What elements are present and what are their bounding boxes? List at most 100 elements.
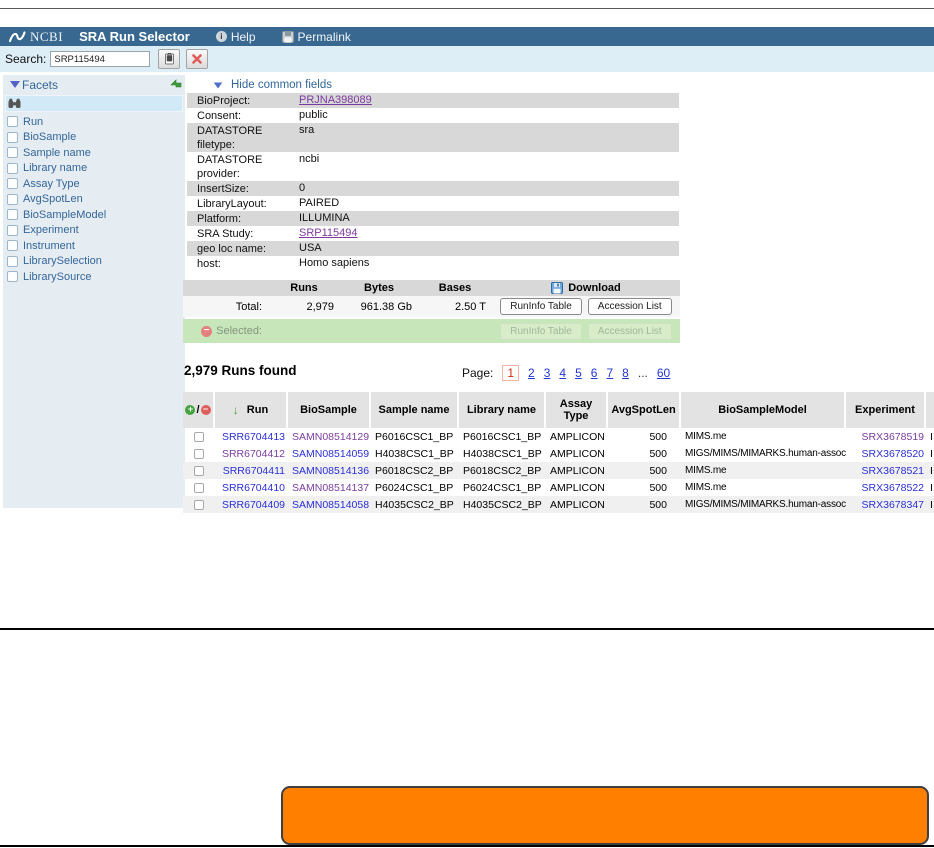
biosample-link[interactable]: SAMN08514058 (292, 499, 369, 511)
clear-search-button[interactable] (186, 49, 209, 69)
facets-sidebar: Facets Run BioSample Sample name Library na… (3, 75, 185, 508)
facet-item-label: Library name (23, 162, 88, 175)
experiment-link[interactable]: SRX3678519 (862, 431, 924, 443)
biosample-link[interactable]: SAMN08514137 (292, 482, 369, 494)
facet-checkbox-avgspotlen[interactable] (7, 193, 18, 205)
experiment-link[interactable]: SRX3678347 (862, 499, 924, 511)
facet-item-avgspotlen[interactable]: AvgSpotLen (3, 192, 185, 208)
facet-checkbox-sample-name[interactable] (7, 147, 18, 159)
total-label: Total: (235, 300, 262, 313)
permalink-link[interactable]: Permalink (281, 30, 351, 44)
runinfo-table-button[interactable]: RunInfo Table (500, 298, 582, 315)
facet-search-input[interactable] (5, 95, 183, 112)
run-link[interactable]: SRR6704409 (222, 499, 285, 511)
page-link-7[interactable]: 7 (606, 366, 613, 380)
facet-checkbox-biosamplemodel[interactable] (7, 209, 18, 221)
search-input[interactable] (50, 51, 151, 67)
facet-collapse-button[interactable] (169, 76, 182, 94)
page-link-3[interactable]: 3 (544, 366, 551, 380)
header-biosample-model[interactable]: BioSampleModel (681, 392, 846, 428)
header-run[interactable]: ↓ Run (215, 392, 288, 428)
header-biosample[interactable]: BioSample (288, 392, 371, 428)
experiment-link[interactable]: SRX3678521 (862, 465, 924, 477)
selected-remove-icon[interactable]: − (201, 325, 213, 337)
facet-item-library-name[interactable]: Library name (3, 161, 185, 177)
facet-checkbox-instrument[interactable] (7, 240, 18, 252)
facet-item-instrument[interactable]: Instrument (3, 238, 185, 254)
lock-search-button[interactable] (158, 49, 181, 69)
row-checkbox[interactable] (194, 431, 204, 442)
cell-assay-type: AMPLICON (550, 498, 605, 511)
facet-checkbox-assay-type[interactable] (7, 178, 18, 190)
run-link[interactable]: SRR6704410 (222, 482, 285, 494)
page-link-6[interactable]: 6 (591, 366, 598, 380)
ncbi-logo[interactable]: NCBI (7, 29, 63, 45)
top-navbar: NCBI SRA Run Selector i Help Permalink (0, 27, 934, 46)
facet-item-sample-name[interactable]: Sample name (3, 145, 185, 161)
header-library-name[interactable]: Library name (459, 392, 546, 428)
results-table-row: SRR6704410 SAMN08514137 P6024CSC1_BP P6024C… (183, 479, 934, 496)
page-link-8[interactable]: 8 (622, 366, 629, 380)
pagination: Page: 1 2345678 ... 60 (462, 365, 670, 381)
row-checkbox[interactable] (194, 465, 204, 476)
header-avg-spot-len[interactable]: AvgSpotLen (608, 392, 681, 428)
facet-checkbox-biosample[interactable] (7, 131, 18, 143)
help-link[interactable]: i Help (215, 30, 256, 44)
experiment-link[interactable]: SRX3678522 (862, 482, 924, 494)
bottom-border-line (0, 845, 934, 847)
cell-clipped: I (930, 430, 933, 443)
facet-item-assay-type[interactable]: Assay Type (3, 176, 185, 192)
run-link[interactable]: SRR6704412 (222, 448, 285, 460)
run-link[interactable]: SRR6704411 (223, 465, 285, 477)
common-field-row-datastore-filetype: DATASTORE filetype: sra (187, 123, 679, 152)
facet-item-libraryselection[interactable]: LibrarySelection (3, 254, 185, 270)
header-experiment[interactable]: Experiment (846, 392, 926, 428)
facet-checkbox-libraryselection[interactable] (7, 255, 18, 267)
remove-icon[interactable]: − (200, 405, 211, 415)
header-assay-type[interactable]: Assay Type (546, 392, 608, 428)
add-icon[interactable]: + (185, 404, 196, 415)
common-field-link[interactable]: SRP115494 (299, 226, 679, 241)
page-link-4[interactable]: 4 (559, 366, 566, 380)
biosample-link[interactable]: SAMN08514059 (292, 448, 369, 460)
common-field-row-insertsize: InsertSize: 0 (187, 181, 679, 196)
hide-common-fields-toggle[interactable]: Hide common fields (213, 78, 680, 92)
facet-item-biosamplemodel[interactable]: BioSampleModel (3, 207, 185, 223)
facet-checkbox-library-name[interactable] (7, 162, 18, 174)
facet-item-label: LibrarySource (23, 270, 92, 283)
row-checkbox[interactable] (194, 482, 204, 493)
facet-checkbox-librarysource[interactable] (7, 271, 18, 283)
biosample-link[interactable]: SAMN08514129 (292, 431, 369, 443)
common-field-value: USA (299, 242, 322, 254)
row-checkbox[interactable] (194, 499, 204, 510)
page-label: Page: (462, 366, 494, 380)
totals-header-bytes: Bytes (364, 282, 394, 294)
common-field-label: host: (197, 258, 221, 270)
facet-item-librarysource[interactable]: LibrarySource (3, 269, 185, 285)
common-field-value: Homo sapiens (299, 257, 370, 269)
run-link[interactable]: SRR6704413 (222, 431, 285, 443)
selected-accession-list-button: Accession List (587, 322, 672, 340)
accession-list-button[interactable]: Accession List (587, 298, 672, 315)
row-checkbox[interactable] (194, 448, 204, 459)
facets-header[interactable]: Facets (3, 75, 185, 92)
header-sample-name[interactable]: Sample name (371, 392, 459, 428)
experiment-link[interactable]: SRX3678520 (862, 448, 924, 460)
common-field-row-datastore-provider: DATASTORE provider: ncbi (187, 152, 679, 181)
page-link-2[interactable]: 2 (528, 366, 535, 380)
facet-item-run[interactable]: Run (3, 114, 185, 130)
facet-item-biosample[interactable]: BioSample (3, 130, 185, 146)
biosample-link[interactable]: SAMN08514136 (292, 465, 369, 477)
facet-checkbox-experiment[interactable] (7, 224, 18, 236)
common-field-link[interactable]: PRJNA398089 (299, 93, 679, 108)
facet-item-label: AvgSpotLen (23, 193, 83, 206)
common-field-label: Consent: (197, 110, 242, 122)
facet-item-experiment[interactable]: Experiment (3, 223, 185, 239)
facet-checkbox-run[interactable] (7, 116, 18, 128)
page-link-last[interactable]: 60 (657, 366, 670, 380)
facet-list: Run BioSample Sample name Library name Assay… (3, 114, 185, 285)
page-link-5[interactable]: 5 (575, 366, 582, 380)
totals-header-runs: Runs (290, 282, 318, 294)
cell-library-name: P6018CSC2_BP (463, 464, 542, 477)
selected-download-cell: RunInfo Table Accession List (492, 319, 680, 343)
